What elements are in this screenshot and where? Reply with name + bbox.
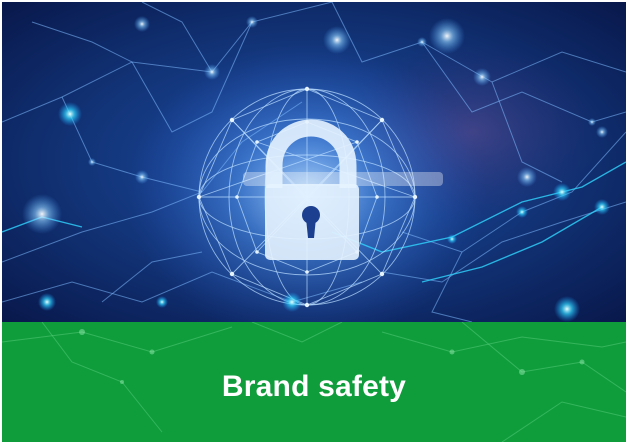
card-title: Brand safety: [221, 370, 407, 403]
brand-safety-banner[interactable]: Brand safety: [2, 322, 626, 442]
hero-image: [2, 2, 626, 322]
feature-card[interactable]: Brand safety: [2, 2, 626, 442]
